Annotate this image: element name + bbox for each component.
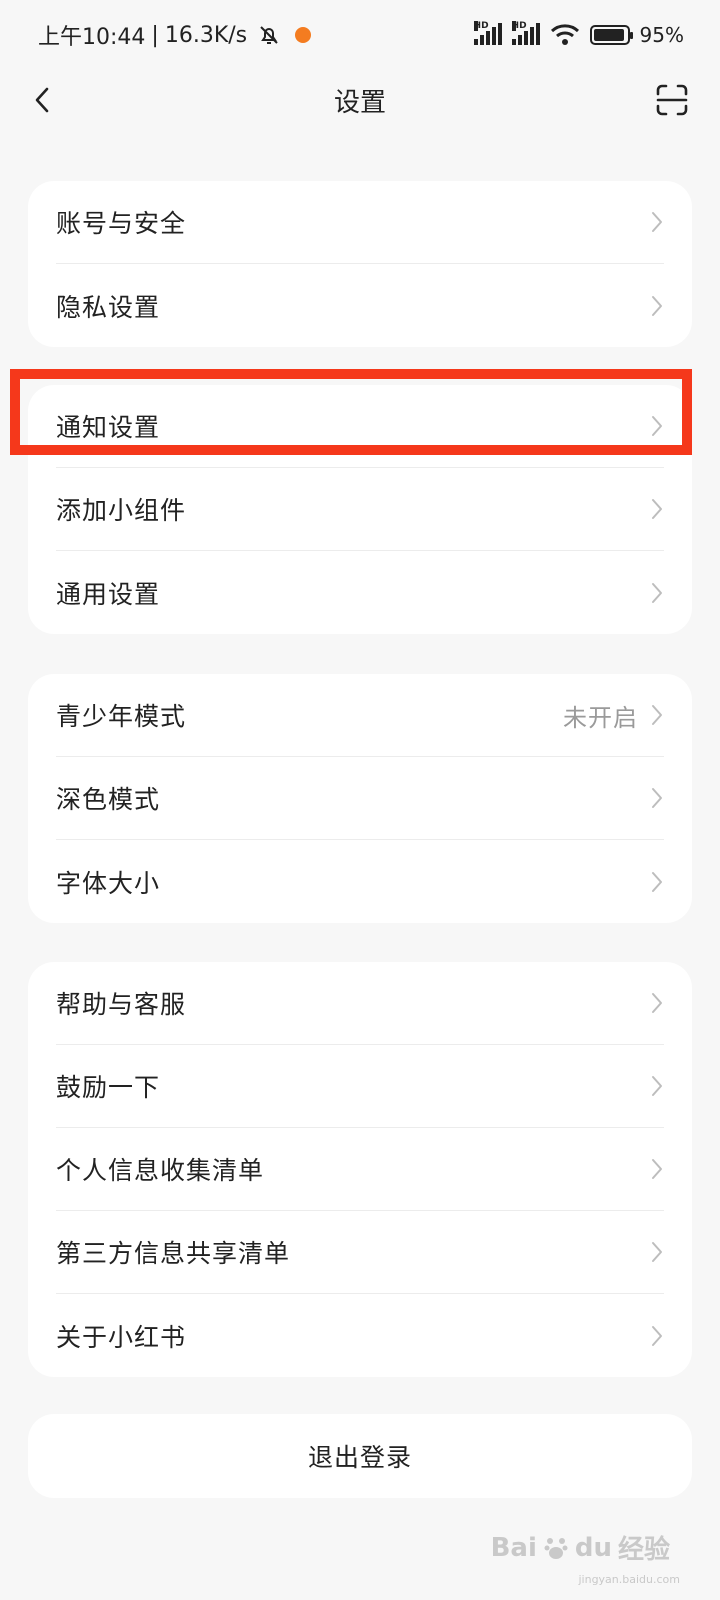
settings-item-account-security[interactable]: 账号与安全 <box>56 181 664 264</box>
signal-icon: HD <box>511 21 540 45</box>
settings-item-label: 账号与安全 <box>56 209 187 238</box>
settings-item-help[interactable]: 帮助与客服 <box>56 962 664 1045</box>
settings-group-account: 账号与安全 隐私设置 <box>28 181 692 347</box>
settings-item-label: 关于小红书 <box>56 1322 187 1352</box>
wifi-icon <box>550 23 580 47</box>
status-bar: 上午10:44 | 16.3K/s HD HD 95% <box>0 0 720 70</box>
settings-item-add-widget[interactable]: 添加小组件 <box>56 468 664 551</box>
chevron-right-icon <box>650 1241 664 1263</box>
settings-item-label: 青少年模式 <box>56 702 187 731</box>
hd-label: HD <box>511 21 527 31</box>
chevron-right-icon <box>650 704 664 726</box>
battery-fill <box>593 29 624 41</box>
back-button[interactable] <box>24 82 60 118</box>
settings-item-right: 未开启 <box>563 698 664 733</box>
scan-button[interactable] <box>652 80 692 120</box>
teen-mode-status: 未开启 <box>563 703 638 732</box>
settings-item-dark-mode[interactable]: 深色模式 <box>56 757 664 840</box>
settings-item-privacy[interactable]: 隐私设置 <box>56 264 664 347</box>
status-divider: | <box>151 22 159 48</box>
hd-label: HD <box>473 21 489 31</box>
chevron-right-icon <box>650 871 664 893</box>
chevron-right-icon <box>650 415 664 437</box>
network-speed: 16.3K/s <box>164 22 248 48</box>
chevron-right-icon <box>650 1075 664 1097</box>
signal-icon: HD <box>473 21 502 45</box>
chevron-right-icon <box>650 582 664 604</box>
app-notification-dot-icon <box>295 27 312 43</box>
logout-label: 退出登录 <box>307 1443 412 1472</box>
settings-item-notifications[interactable]: 通知设置 <box>56 385 664 468</box>
settings-item-label: 鼓励一下 <box>56 1073 161 1102</box>
chevron-right-icon <box>650 498 664 520</box>
status-left: 上午10:44 | 16.3K/s <box>38 19 312 51</box>
settings-item-label: 个人信息收集清单 <box>56 1156 265 1185</box>
settings-item-label: 通用设置 <box>56 579 161 609</box>
page-title: 设置 <box>333 87 386 118</box>
battery-icon <box>589 25 633 45</box>
settings-item-rate[interactable]: 鼓励一下 <box>56 1045 664 1128</box>
chevron-right-icon <box>650 295 664 317</box>
settings-group-display: 青少年模式 未开启 深色模式 字体大小 <box>28 674 692 923</box>
settings-item-about[interactable]: 关于小红书 <box>56 1294 664 1377</box>
settings-item-teen-mode[interactable]: 青少年模式 未开启 <box>56 674 664 757</box>
settings-item-label: 添加小组件 <box>56 496 187 525</box>
settings-item-third-party-list[interactable]: 第三方信息共享清单 <box>56 1211 664 1294</box>
settings-group-about: 帮助与客服 鼓励一下 个人信息收集清单 第三方信息共享清单 关于小红书 <box>28 962 692 1377</box>
settings-item-label: 通知设置 <box>56 413 161 442</box>
status-right: HD HD 95% <box>473 21 684 47</box>
watermark-product: 经验 <box>617 1535 670 1565</box>
chevron-right-icon <box>650 211 664 233</box>
settings-item-font-size[interactable]: 字体大小 <box>56 840 664 923</box>
nav-header: 设置 <box>0 70 720 130</box>
settings-item-general[interactable]: 通用设置 <box>56 551 664 634</box>
settings-item-label: 字体大小 <box>56 868 161 898</box>
status-time: 上午10:44 <box>38 25 146 50</box>
settings-item-label: 帮助与客服 <box>56 990 187 1019</box>
settings-item-personal-info-list[interactable]: 个人信息收集清单 <box>56 1128 664 1211</box>
battery-percent: 95% <box>639 23 684 47</box>
mute-bell-icon <box>257 23 281 47</box>
chevron-right-icon <box>650 1158 664 1180</box>
chevron-left-icon <box>35 87 49 113</box>
settings-item-label: 隐私设置 <box>56 292 161 322</box>
scan-icon <box>656 84 688 116</box>
paw-icon <box>543 1535 569 1561</box>
baidu-watermark: Bai du 经验 <box>491 1529 670 1566</box>
chevron-right-icon <box>650 787 664 809</box>
settings-item-label: 第三方信息共享清单 <box>56 1239 291 1268</box>
chevron-right-icon <box>650 1325 664 1347</box>
settings-item-label: 深色模式 <box>56 785 161 814</box>
logout-button[interactable]: 退出登录 <box>28 1414 692 1498</box>
watermark-brand-2: du <box>574 1532 612 1563</box>
chevron-right-icon <box>650 992 664 1014</box>
watermark-url: jingyan.baidu.com <box>578 1573 680 1586</box>
watermark-brand: Bai <box>490 1532 537 1563</box>
settings-group-general: 通知设置 添加小组件 通用设置 <box>28 385 692 634</box>
